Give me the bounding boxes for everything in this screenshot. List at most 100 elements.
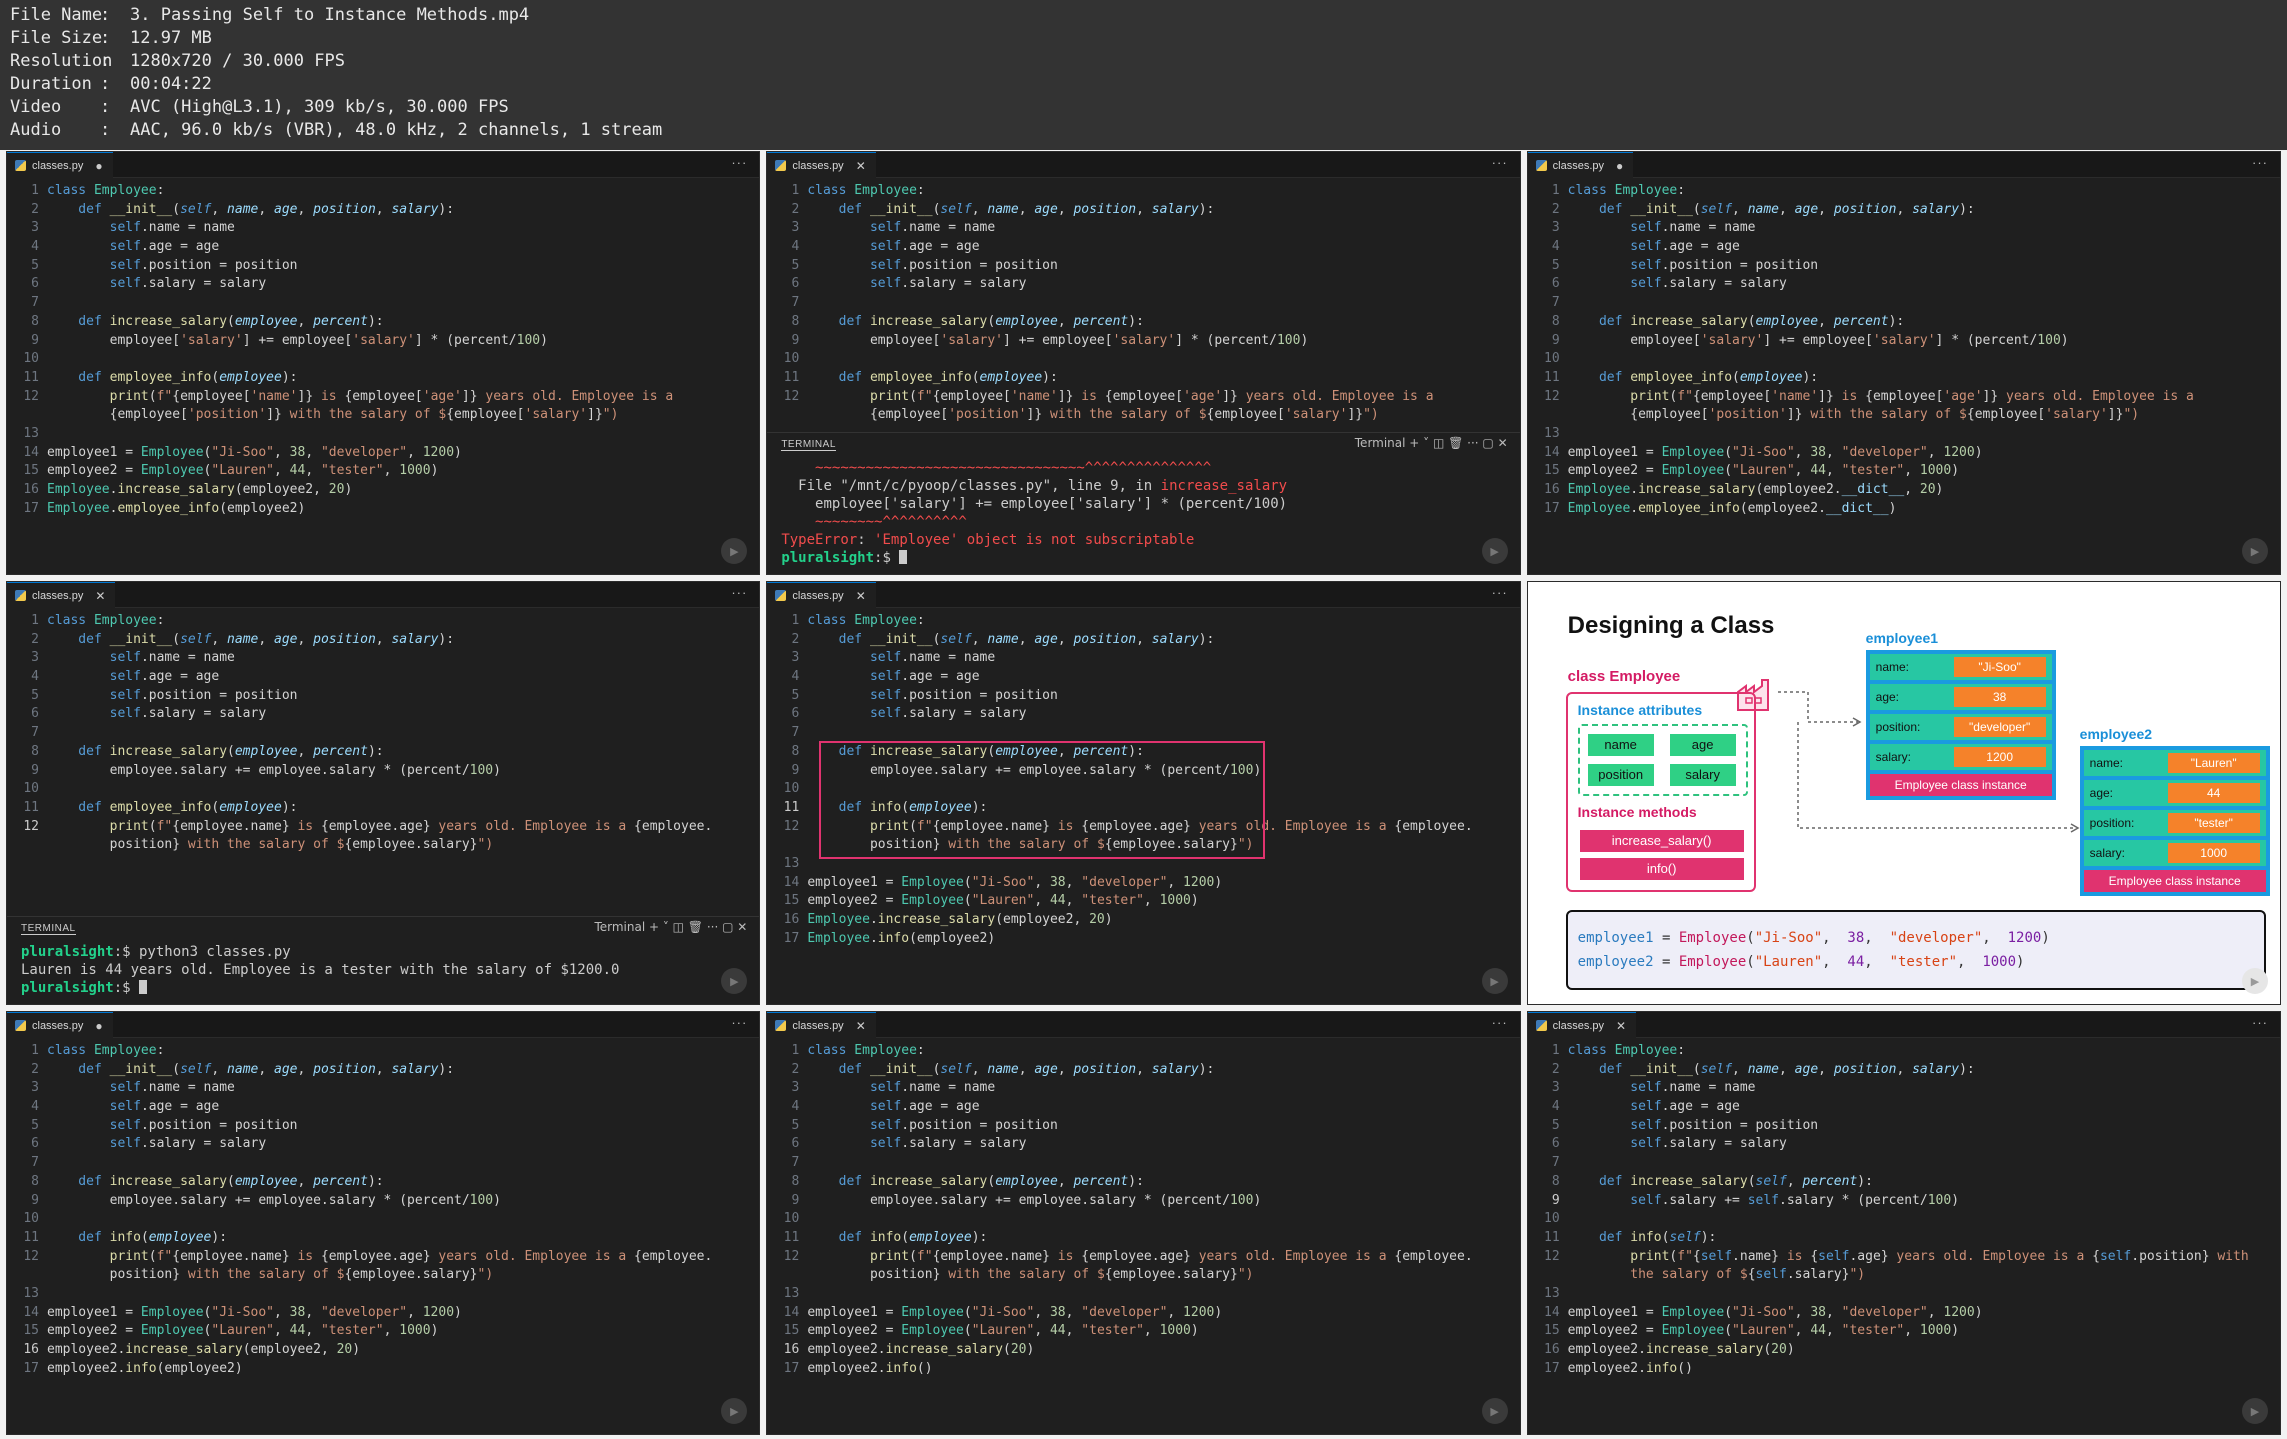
code-token: position [1073,1061,1137,1077]
code-token: is [1779,1248,1811,1264]
terminal-token: ~~~~~~~~^^^^^^^^^^ [781,514,967,530]
terminal-tab[interactable]: TERMINAL [21,923,76,935]
code-editor[interactable]: 1 class Employee: 2 def __init__(self, nam… [7,182,759,574]
code-token: , [1065,893,1082,909]
editor-tab[interactable]: classes.py ✕ [1527,1012,1637,1038]
unsaved-dot-icon[interactable]: ● [1616,159,1623,173]
code-token: .age = age [901,669,980,685]
code-token: Employee [901,1323,964,1339]
code-token: employee2 = [1567,463,1662,479]
line-number: 7 [791,1155,800,1171]
line-number: 14 [783,874,800,890]
code-token: 44 [289,1323,306,1339]
code-token: {employee.name} [172,818,290,834]
code-token: Employee [901,893,964,909]
code-token: ): [1959,201,1975,217]
editor-tab[interactable]: classes.py ● [1527,152,1634,178]
editor-tab[interactable]: classes.py ● [7,152,113,178]
code-editor[interactable]: 1 class Employee: 2 def __init__(self, nam… [767,1042,1519,1434]
code-token: employee [909,1229,972,1245]
editor-tab[interactable]: classes.py ✕ [767,582,876,608]
play-icon[interactable]: ▶ [1481,538,1508,564]
code-line: 3 self.name = name [7,219,759,238]
line-number: 7 [791,295,800,311]
code-token: 44 [289,463,306,479]
play-icon[interactable]: ▶ [2241,538,2268,564]
code-token: ) [2060,332,2069,348]
instance-value: "tester" [2167,813,2260,833]
code-token: .position = position [901,257,1058,273]
code-token: .age = age [1661,239,1740,255]
code-line: 10 [767,350,1519,369]
editor-tab[interactable]: classes.py ✕ [7,582,116,608]
code-token: employee [1755,313,1819,329]
close-icon[interactable]: ✕ [1616,1019,1626,1033]
code-token: ): [1857,1173,1873,1189]
code-editor[interactable]: 1 class Employee: 2 def __init__(self, nam… [1528,1042,2280,1434]
line-number: 1 [791,613,800,628]
code-token: self [869,276,902,292]
code-token: , [1034,1323,1050,1339]
terminal-tab[interactable]: TERMINAL [781,439,836,451]
code-token: Employee [1567,500,1631,516]
play-icon[interactable]: ▶ [1481,968,1508,994]
more-actions-icon[interactable]: ··· [2252,155,2268,170]
code-token: , [375,631,392,647]
code-token: , [1034,1304,1050,1320]
code-token: with the salary of $ [1042,407,1207,423]
play-icon[interactable]: ▶ [2241,968,2268,994]
code-token: 100 [516,332,541,348]
code-token: 100 [1276,332,1301,348]
more-actions-icon[interactable]: ··· [1492,585,1508,600]
code-token: 1200 [422,1304,455,1320]
unsaved-dot-icon[interactable]: ● [95,1019,102,1033]
code-token: position [313,1061,376,1077]
code-token: employee [148,1229,212,1245]
code-token: years old. Employee is a [1237,388,1434,404]
close-icon[interactable]: ✕ [95,589,105,603]
code-token: , [297,1173,314,1189]
close-icon[interactable]: ✕ [856,589,866,603]
line-number: 13 [1544,425,1560,441]
code-editor[interactable]: 1 class Employee: 2 def __init__(self, nam… [1528,182,2280,574]
more-actions-icon[interactable]: ··· [1492,155,1508,170]
play-icon[interactable]: ▶ [2241,1398,2268,1424]
code-line: 5 self.position = position [767,257,1519,276]
play-icon[interactable]: ▶ [1481,1398,1508,1424]
code-token: ] += employee[ [1003,332,1113,348]
more-actions-icon[interactable]: ··· [2252,1015,2268,1030]
terminal-panel[interactable]: TERMINAL Terminal + ˅ ◫ 🗑 ··· ▢ ✕ ~~~~~~~… [767,432,1520,574]
editor-tab[interactable]: classes.py ✕ [767,152,876,178]
code-token: ) [1786,1342,1795,1357]
editor-tab[interactable]: classes.py ✕ [767,1012,876,1038]
code-token: Employee [1678,930,1747,946]
code-line: {employee['position']} with the salary o… [7,406,759,425]
line-number: 1 [791,1043,800,1058]
close-icon[interactable]: ✕ [856,159,866,173]
code-token: f" [156,388,173,404]
editor-tab[interactable]: classes.py ● [7,1012,113,1038]
more-actions-icon[interactable]: ··· [731,1015,747,1030]
code-line: 2 def __init__(self, name, age, position… [767,1061,1519,1080]
code-token: . [869,930,878,946]
code-editor[interactable]: 1 class Employee: 2 def __init__(self, nam… [7,1042,759,1434]
code-token: 1200 [1943,1304,1975,1320]
line-number: 12 [23,1248,39,1264]
code-line: 8 def increase_salary(employee, percent)… [7,743,759,762]
code-token: increase_salary [869,313,988,329]
close-icon[interactable]: ✕ [856,1019,866,1033]
more-actions-icon[interactable]: ··· [731,155,747,170]
code-token: , [1018,201,1035,217]
terminal-toolbar[interactable]: Terminal + ˅ ◫ 🗑 ··· ▢ ✕ [1355,436,1508,450]
line-number: 3 [791,220,800,236]
more-actions-icon[interactable]: ··· [731,585,747,600]
more-actions-icon[interactable]: ··· [1492,1015,1508,1030]
terminal-toolbar[interactable]: Terminal + ˅ ◫ 🗑 ··· ▢ ✕ [594,920,747,934]
terminal-panel[interactable]: TERMINAL Terminal + ˅ ◫ 🗑 ··· ▢ ✕ pluralsi… [7,916,760,1004]
code-token: 1000 [1919,1323,1952,1339]
code-token: 1000 [399,463,431,479]
unsaved-dot-icon[interactable]: ● [95,159,102,173]
